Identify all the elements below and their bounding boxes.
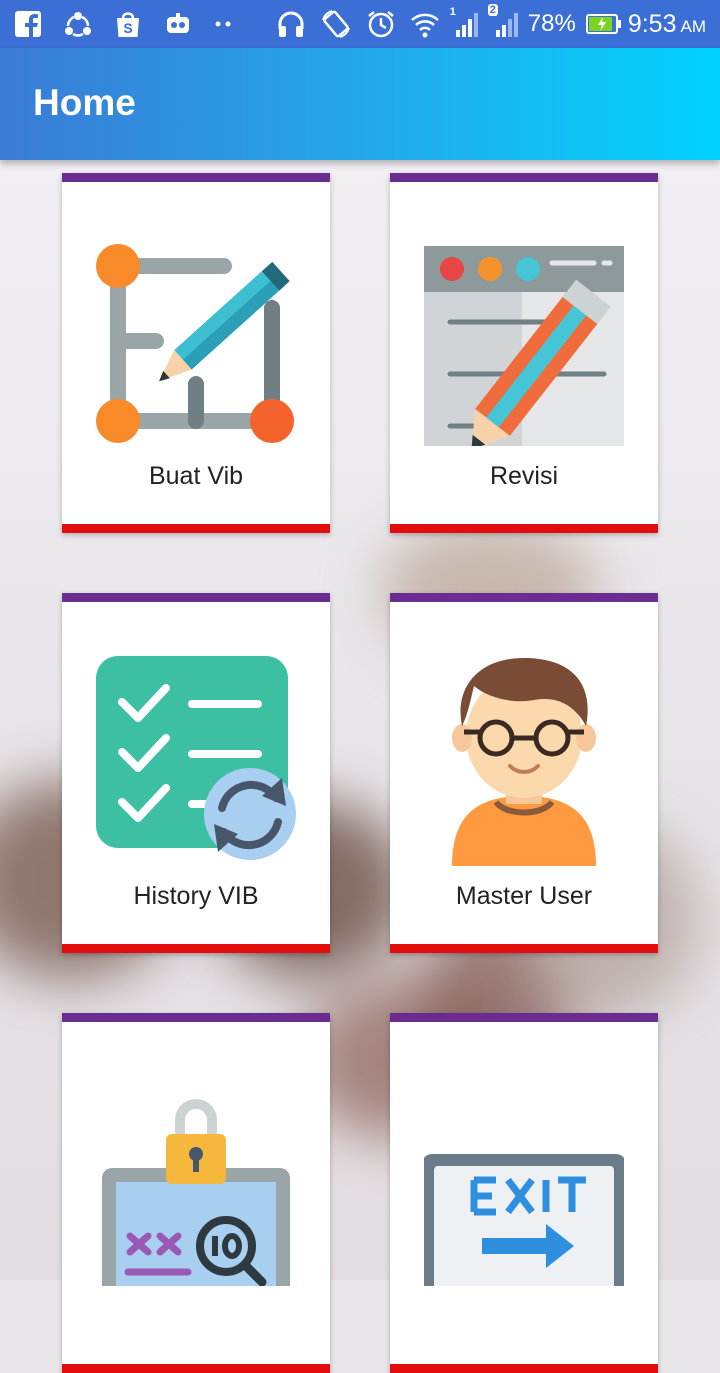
menu-card-security[interactable] xyxy=(62,1013,330,1373)
dots-icon xyxy=(214,20,234,28)
share-icon xyxy=(64,10,92,38)
battery-charging-icon xyxy=(585,13,622,35)
menu-card-revisi[interactable]: Revisi xyxy=(390,173,658,533)
sim1-label: 1 xyxy=(449,6,456,18)
app-bar: Home xyxy=(0,48,720,160)
bot-icon xyxy=(164,11,192,37)
facebook-icon xyxy=(14,10,42,38)
signal-2-icon: 2 xyxy=(487,4,520,38)
svg-text:S: S xyxy=(123,20,132,36)
page-title: Home xyxy=(33,82,136,123)
headphones-icon xyxy=(276,9,306,39)
laptop-security-icon xyxy=(92,1076,300,1322)
exit-sign-icon xyxy=(422,1076,626,1304)
edit-document-icon xyxy=(422,236,626,450)
menu-card-history-vib[interactable]: History VIB xyxy=(62,593,330,953)
sim2-label: 2 xyxy=(487,4,498,16)
shopee-icon: S xyxy=(114,9,142,39)
menu-card-exit[interactable] xyxy=(390,1013,658,1373)
signal-1-icon: 1 xyxy=(450,6,480,38)
wifi-icon xyxy=(410,10,440,38)
menu-label: Master User xyxy=(455,882,593,910)
clock-time: 9:53 xyxy=(627,9,677,38)
menu-label: Revisi xyxy=(489,462,559,490)
menu-label: Buat Vib xyxy=(148,462,244,490)
rotate-icon xyxy=(320,8,352,40)
alarm-icon xyxy=(366,9,396,39)
clock-ampm: AM xyxy=(680,17,707,36)
edit-diagram-icon xyxy=(96,236,296,446)
status-bar: S 1 2 78% 9:53 AM xyxy=(0,0,720,48)
menu-card-master-user[interactable]: Master User xyxy=(390,593,658,953)
battery-percent: 78% xyxy=(527,10,576,37)
menu-card-buat-vib[interactable]: Buat Vib xyxy=(62,173,330,533)
checklist-sync-icon xyxy=(96,656,296,866)
menu-label: History VIB xyxy=(133,882,259,910)
user-avatar-icon xyxy=(424,656,624,866)
